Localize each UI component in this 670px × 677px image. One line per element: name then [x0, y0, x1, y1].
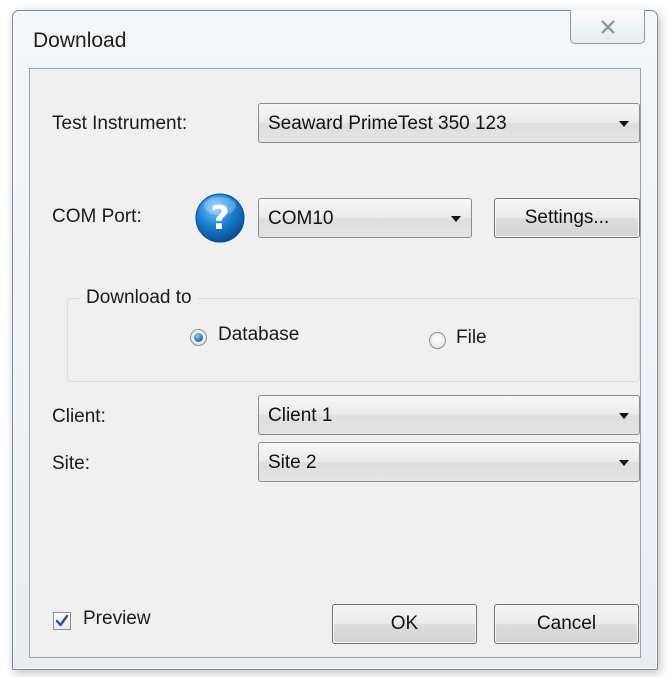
site-label: Site:	[52, 453, 91, 474]
close-button[interactable]	[570, 10, 645, 44]
database-radio-label[interactable]: Database	[218, 324, 299, 346]
chevron-down-icon	[451, 216, 461, 222]
com-port-label: COM Port:	[52, 206, 142, 227]
site-dropdown[interactable]: Site 2	[258, 442, 640, 482]
com-port-dropdown[interactable]: COM10	[258, 198, 472, 238]
file-radio-label[interactable]: File	[456, 327, 487, 349]
svg-text:?: ?	[210, 198, 229, 237]
dialog-body: Test Instrument: Seaward PrimeTest 350 1…	[29, 68, 641, 658]
test-instrument-value: Seaward PrimeTest 350 123	[268, 113, 507, 134]
download-to-group: Download to Database File	[67, 287, 640, 382]
check-icon	[55, 614, 69, 627]
site-value: Site 2	[268, 452, 317, 473]
client-value: Client 1	[268, 405, 333, 426]
preview-checkbox[interactable]	[53, 612, 71, 630]
cancel-button[interactable]: Cancel	[494, 604, 639, 644]
ok-button[interactable]: OK	[332, 604, 477, 644]
file-radio[interactable]	[429, 332, 446, 349]
dialog-title: Download	[33, 29, 127, 52]
preview-label[interactable]: Preview	[83, 608, 151, 630]
client-dropdown[interactable]: Client 1	[258, 395, 640, 435]
chevron-down-icon	[619, 460, 629, 466]
settings-button[interactable]: Settings...	[494, 198, 640, 238]
test-instrument-label: Test Instrument:	[52, 113, 188, 134]
chevron-down-icon	[619, 121, 629, 127]
download-dialog: Download Test Instrument: Seaward PrimeT…	[12, 10, 658, 670]
chevron-down-icon	[619, 413, 629, 419]
download-to-label: Download to	[80, 287, 198, 309]
close-icon	[600, 19, 616, 34]
test-instrument-dropdown[interactable]: Seaward PrimeTest 350 123	[258, 103, 640, 143]
help-icon[interactable]: ?	[194, 192, 246, 244]
database-radio[interactable]	[190, 329, 207, 346]
client-label: Client:	[52, 406, 106, 427]
com-port-value: COM10	[268, 208, 334, 229]
